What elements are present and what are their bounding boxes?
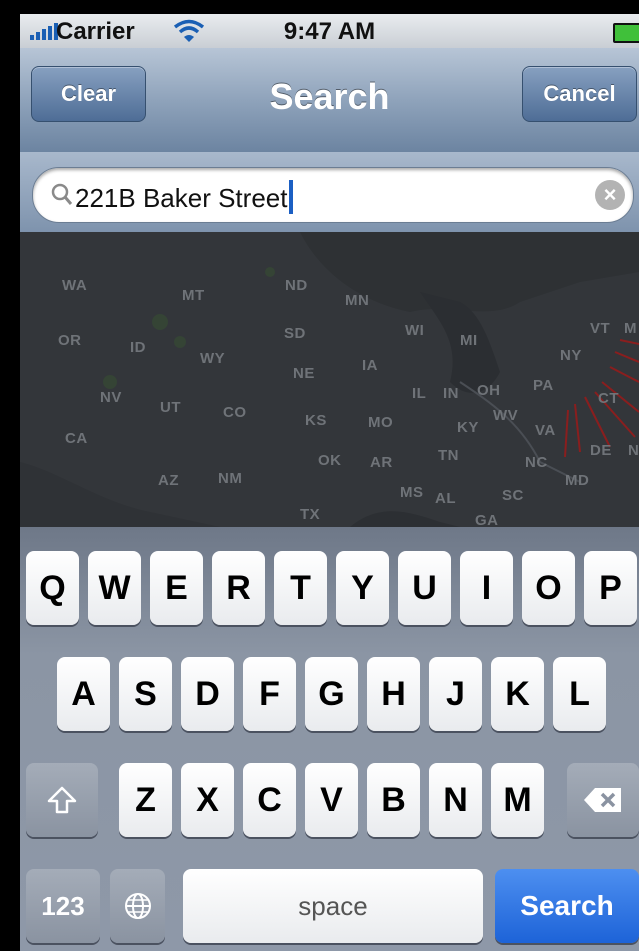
key-r[interactable]: R [212,551,265,625]
key-q[interactable]: Q [26,551,79,625]
map-label: M [624,320,637,337]
key-e[interactable]: E [150,551,203,625]
numbers-key[interactable]: 123 [26,869,100,943]
key-a[interactable]: A [57,657,110,731]
search-input[interactable]: 221B Baker Street × [32,167,634,223]
map-label: MN [345,292,370,309]
key-m[interactable]: M [491,763,544,837]
key-k[interactable]: K [491,657,544,731]
key-g[interactable]: G [305,657,358,731]
key-o[interactable]: O [522,551,575,625]
map-label: MT [182,287,205,304]
map-label: GA [475,512,499,527]
map-label: PA [533,377,554,394]
key-j[interactable]: J [429,657,482,731]
map-label: ID [130,339,146,356]
map-label: NE [293,365,315,382]
map-label: KY [457,419,479,436]
map-label: IN [443,385,459,402]
key-p[interactable]: P [584,551,637,625]
key-c[interactable]: C [243,763,296,837]
map-label: NY [560,347,582,364]
map-label: AL [435,490,456,507]
map-label: OK [318,452,342,469]
map-label: IA [362,357,378,374]
key-i[interactable]: I [460,551,513,625]
key-x[interactable]: X [181,763,234,837]
map-label: MI [460,332,478,349]
map-label: AZ [158,472,179,489]
key-d[interactable]: D [181,657,234,731]
space-key[interactable]: space [183,869,483,943]
search-bar: 221B Baker Street × [20,152,639,232]
key-y[interactable]: Y [336,551,389,625]
status-bar: Carrier 9:47 AM [20,14,639,48]
map-label: NM [218,470,243,487]
iphone-screen: Carrier 9:47 AM Clear Search Cancel 221B… [20,14,639,951]
battery-icon [613,23,639,43]
map-label: UT [160,399,181,416]
map-label: WV [493,407,519,424]
map-label: OR [58,332,82,349]
map-label: OH [477,382,501,399]
key-s[interactable]: S [119,657,172,731]
map-label: WI [405,322,425,339]
backspace-icon [584,788,621,812]
map-label: DE [590,442,612,459]
map-label: MD [565,472,590,489]
key-b[interactable]: B [367,763,420,837]
key-l[interactable]: L [553,657,606,731]
delete-key[interactable] [567,763,639,837]
key-z[interactable]: Z [119,763,172,837]
map-label: NC [525,454,548,471]
map-label: SC [502,487,524,504]
map-label: TX [300,506,321,523]
map-label: MO [368,414,394,431]
map-label: VT [590,320,611,337]
text-cursor [289,180,294,214]
clear-text-icon[interactable]: × [595,180,625,210]
key-v[interactable]: V [305,763,358,837]
search-input-value: 221B Baker Street [75,180,294,214]
map-label: CO [223,404,247,421]
globe-key[interactable] [110,869,165,943]
map-label: SD [284,325,306,342]
map-view[interactable]: WA MT ND MN OR ID SD WY WI MI VT M NY NE… [20,232,639,527]
key-w[interactable]: W [88,551,141,625]
map-label: TN [438,447,459,464]
search-icon [51,183,73,212]
map-label: VA [535,422,556,439]
map-label: MS [400,484,424,501]
globe-icon [124,893,151,919]
navigation-bar: Clear Search Cancel [20,48,639,153]
map-label: AR [370,454,393,471]
map-label: NV [100,389,122,406]
key-n[interactable]: N [429,763,482,837]
map-label: IL [412,385,427,402]
onscreen-keyboard: Q W E R T Y U I O P A S D F G H J K L Z … [20,527,639,951]
map-label: KS [305,412,327,429]
map-label: CA [65,430,88,447]
search-key[interactable]: Search [495,869,639,943]
shift-key[interactable] [26,763,98,837]
clock-time: 9:47 AM [283,18,376,45]
map-label: WY [200,350,226,367]
map-label: N [628,442,639,459]
map-label: ND [285,277,308,294]
map-label: CT [598,390,619,407]
cancel-button[interactable]: Cancel [522,66,637,122]
shift-icon [47,786,77,814]
key-u[interactable]: U [398,551,451,625]
key-t[interactable]: T [274,551,327,625]
map-label: WA [62,277,88,294]
key-f[interactable]: F [243,657,296,731]
key-h[interactable]: H [367,657,420,731]
